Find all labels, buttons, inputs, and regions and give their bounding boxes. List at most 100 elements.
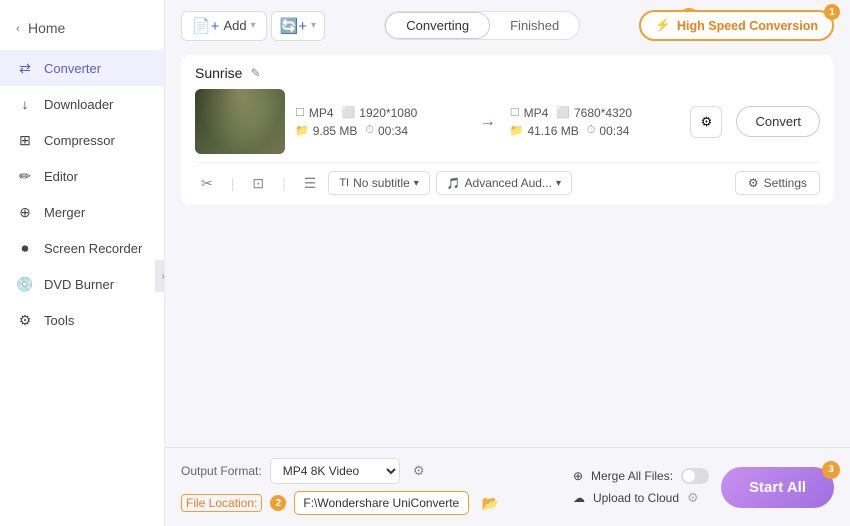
format-row: ☐ MP4 ⬜ 1920*1080 [295,106,466,120]
audio-icon: 🎵 [447,177,461,190]
source-meta: ☐ MP4 ⬜ 1920*1080 📁 9.85 MB [295,106,466,138]
target-resolution-item: ⬜ 7680*4320 [556,106,632,120]
dvd-burner-icon: 💿 [16,275,34,293]
output-format-label: Output Format: [181,464,262,478]
tabs: Converting Finished [384,11,580,40]
high-speed-wrapper: ⚡ High Speed Conversion 1 [639,10,834,41]
source-size-item: 📁 9.85 MB [295,124,357,138]
source-format-item: ☐ MP4 [295,106,334,120]
file-card: Sunrise ✎ ☐ MP4 ⬜ [181,55,834,205]
start-all-badge: 3 [822,461,840,479]
content-area: Sunrise ✎ ☐ MP4 ⬜ [165,47,850,447]
target-meta: ☐ MP4 ⬜ 7680*4320 📁 41.16 MB [510,106,681,138]
tab-converting[interactable]: Converting [385,12,490,39]
converter-icon: ⇄ [16,59,34,77]
source-resolution: 1920*1080 [359,106,417,120]
sidebar-item-label: Merger [44,205,85,220]
start-all-button[interactable]: Start All [721,467,834,508]
audio-select[interactable]: 🎵 Advanced Aud... ▾ [436,171,572,195]
effects-icon[interactable]: ☰ [298,173,323,194]
crop-icon[interactable]: ⊡ [246,173,270,194]
file-settings-icon-button[interactable]: ⚙ [690,106,722,138]
target-duration: 00:34 [599,124,629,138]
target-format-icon: ☐ [510,106,520,119]
format-row: Output Format: MP4 8K Video ⚙ [181,458,561,484]
thumbnail-overlay [195,89,285,154]
size-icon: 📁 [295,124,309,137]
sidebar-item-label: Tools [44,313,74,328]
file-location-label: File Location: [181,494,262,512]
format-icon: ☐ [295,106,305,119]
sidebar-item-screen-recorder[interactable]: ⏺ Screen Recorder [0,230,164,266]
source-duration: 00:34 [378,124,408,138]
sidebar-item-dvd-burner[interactable]: 💿 DVD Burner [0,266,164,302]
output-format-select[interactable]: MP4 8K Video [270,458,400,484]
target-size: 41.16 MB [527,124,578,138]
sidebar-item-converter[interactable]: ⇄ Converter [0,50,164,86]
browse-folder-button[interactable]: 📂 [477,490,503,516]
sidebar-item-compressor[interactable]: ⊞ Compressor [0,122,164,158]
sidebar: ‹ Home ⇄ Converter ↓ Downloader ⊞ Compre… [0,0,165,526]
tool-separator-1: | [225,173,241,193]
upload-icon: ☁ [573,491,585,505]
tool-separator-2: | [276,173,292,193]
add-btn-label: Add [223,18,246,33]
sidebar-item-tools[interactable]: ⚙ Tools [0,302,164,338]
source-size: 9.85 MB [313,124,358,138]
upload-settings-icon[interactable]: ⚙ [687,490,699,506]
convert-button[interactable]: Convert [736,106,820,137]
resolution-icon: ⬜ [342,106,356,119]
target-duration-item: ⏱ 00:34 [587,124,630,138]
merger-icon: ⊕ [16,203,34,221]
merge-row: ⊕ Merge All Files: [573,468,709,484]
edit-file-name-icon[interactable]: ✎ [250,66,260,80]
subtitle-select[interactable]: TI No subtitle ▾ [328,171,430,195]
add-file-button[interactable]: 📄+ Add ▾ [181,11,267,41]
upload-row: ☁ Upload to Cloud ⚙ [573,490,709,506]
start-all-wrapper: Start All 3 [721,467,834,508]
add-dropdown-icon: ▾ [251,20,256,31]
downloader-icon: ↓ [16,95,34,113]
bottom-bar: Output Format: MP4 8K Video ⚙ File Locat… [165,447,850,526]
settings-label: Settings [764,176,807,190]
add-more-icon: 🔄+ [280,17,307,35]
tools-icon: ⚙ [16,311,34,329]
audio-label: Advanced Aud... [465,176,552,190]
format-settings-icon[interactable]: ⚙ [408,460,430,482]
high-speed-button[interactable]: ⚡ High Speed Conversion [639,10,834,41]
add-file-icon: 📄+ [192,17,219,35]
sidebar-item-merger[interactable]: ⊕ Merger [0,194,164,230]
home-nav[interactable]: ‹ Home [0,10,164,50]
editor-icon: ✏ [16,167,34,185]
high-speed-badge: 1 [824,4,840,20]
subtitle-icon: TI [339,177,349,189]
target-resolution-icon: ⬜ [556,106,570,119]
settings-button[interactable]: ⚙ Settings [735,171,820,195]
target-size-item: 📁 41.16 MB [510,124,579,138]
conversion-arrow-icon: → [476,113,500,131]
cut-icon[interactable]: ✂ [195,173,219,194]
compressor-icon: ⊞ [16,131,34,149]
back-arrow-icon: ‹ [16,21,20,35]
subtitle-dropdown-icon: ▾ [414,178,419,189]
sidebar-item-label: DVD Burner [44,277,114,292]
sidebar-item-editor[interactable]: ✏ Editor [0,158,164,194]
subtitle-label: No subtitle [353,176,410,190]
source-duration-item: ⏱ 00:34 [365,124,408,138]
file-location-input[interactable] [294,491,469,515]
target-format-item: ☐ MP4 [510,106,549,120]
file-name: Sunrise [195,65,242,81]
file-thumbnail [195,89,285,154]
bottom-middle: ⊕ Merge All Files: ☁ Upload to Cloud ⚙ [573,468,709,506]
sidebar-item-downloader[interactable]: ↓ Downloader [0,86,164,122]
toolbar-left: 📄+ Add ▾ 🔄+ ▾ [181,11,325,41]
sidebar-item-label: Compressor [44,133,115,148]
file-header: Sunrise ✎ [195,65,820,81]
add-more-button[interactable]: 🔄+ ▾ [271,11,325,41]
tab-finished[interactable]: Finished [490,12,579,39]
screen-recorder-icon: ⏺ [16,239,34,257]
bottom-left: Output Format: MP4 8K Video ⚙ File Locat… [181,458,561,516]
file-tools-row: ✂ | ⊡ | ☰ TI No subtitle ▾ 🎵 Advanced Au… [195,162,820,195]
add-more-dropdown-icon: ▾ [311,20,316,31]
merge-toggle[interactable] [681,468,709,484]
